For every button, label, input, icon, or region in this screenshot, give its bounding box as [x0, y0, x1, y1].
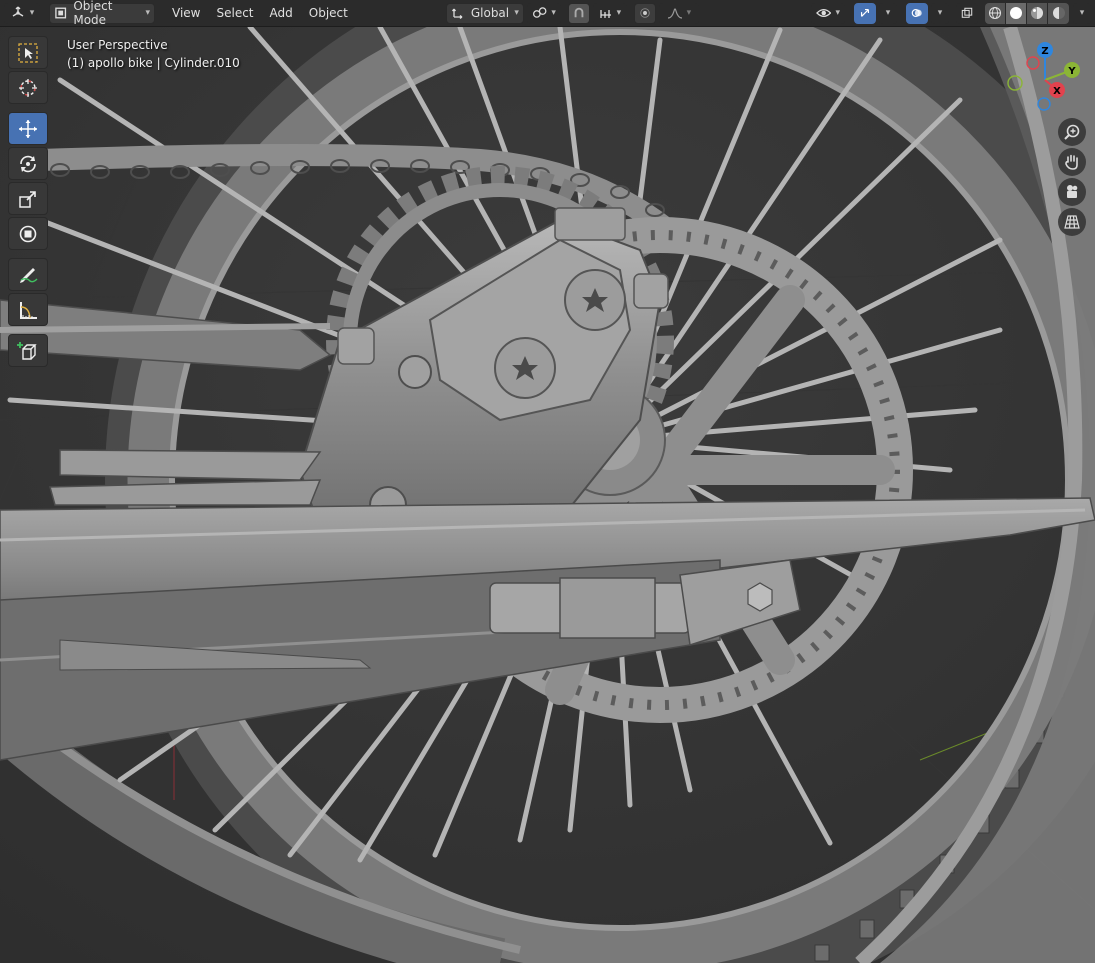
chevron-down-icon: ▾ — [686, 8, 692, 18]
transform-tool[interactable] — [8, 217, 48, 250]
pivot-point-icon — [532, 7, 547, 18]
cursor-icon — [19, 78, 37, 97]
mode-label: Object Mode — [73, 0, 113, 27]
rotate-icon — [20, 155, 36, 172]
select-box-icon — [18, 42, 38, 63]
chevron-down-icon: ▾ — [1079, 8, 1085, 18]
visibility-button[interactable]: ▾ — [811, 2, 845, 24]
material-preview-icon — [1031, 7, 1043, 19]
chevron-down-icon: ▾ — [145, 8, 150, 18]
move-icon — [19, 119, 37, 138]
solid-shading-icon — [1010, 7, 1022, 19]
menu-add[interactable]: Add — [262, 3, 301, 24]
rendered-shading-icon — [1052, 7, 1065, 19]
transform-orientation-selector[interactable]: Global ▾ — [445, 2, 524, 24]
shading-rendered-button[interactable] — [1048, 2, 1069, 24]
rotate-tool[interactable] — [8, 147, 48, 180]
global-orientation-icon — [451, 8, 463, 20]
menu-object[interactable]: Object — [301, 3, 356, 24]
gizmo-toggle[interactable] — [854, 2, 876, 24]
orientation-label: Global — [470, 6, 510, 20]
3d-viewport[interactable]: User Perspective (1) apollo bike | Cylin… — [0, 27, 1095, 963]
snap-toggle[interactable] — [567, 2, 590, 24]
overlays-options-button[interactable]: ▾ — [931, 2, 949, 24]
shading-solid-button[interactable] — [1006, 2, 1027, 24]
mode-selector[interactable]: Object Mode ▾ — [49, 0, 155, 27]
chevron-down-icon: ▾ — [937, 8, 943, 18]
move-tool[interactable] — [8, 112, 48, 145]
bike-wheel-render — [0, 27, 1095, 963]
x-axis-handle[interactable]: X — [1049, 82, 1065, 98]
camera-view-button[interactable] — [1058, 178, 1086, 206]
chevron-down-icon: ▾ — [885, 8, 891, 18]
snap-icon — [574, 7, 584, 18]
proportional-edit-icon — [640, 8, 650, 18]
annotate-tool[interactable] — [8, 258, 48, 291]
chevron-down-icon: ▾ — [835, 8, 840, 18]
add-cube-icon — [17, 341, 37, 360]
menu-view[interactable]: View — [164, 3, 208, 24]
z-axis-label: Z — [1041, 46, 1048, 57]
z-axis-handle[interactable]: Z — [1037, 42, 1053, 58]
proportional-edit-toggle[interactable] — [633, 2, 656, 24]
orthographic-grid-icon — [1064, 215, 1080, 229]
annotate-icon — [20, 267, 38, 283]
shading-wireframe-button[interactable] — [985, 2, 1006, 24]
y-axis-handle[interactable]: Y — [1064, 62, 1080, 78]
shading-material-button[interactable] — [1027, 2, 1048, 24]
overlay-icon — [911, 8, 922, 18]
object-mode-icon — [55, 7, 67, 19]
snap-increment-icon — [599, 10, 611, 18]
chevron-down-icon: ▾ — [616, 8, 622, 18]
wireframe-shading-icon — [988, 6, 1002, 20]
pan-button[interactable] — [1058, 148, 1086, 176]
eye-visibility-icon — [816, 8, 832, 18]
select-box-tool[interactable] — [8, 36, 48, 69]
navigation-gizmo[interactable]: Z Y X — [1000, 38, 1090, 128]
viewport-header: ▾ Object Mode ▾ View Select Add Object G… — [0, 0, 1095, 27]
overlays-toggle[interactable] — [906, 2, 928, 24]
shading-mode-group — [985, 2, 1069, 24]
transform-icon — [19, 225, 37, 242]
zoom-icon — [1064, 124, 1080, 140]
chevron-down-icon: ▾ — [551, 8, 556, 18]
y-axis-label: Y — [1067, 66, 1076, 77]
add-cube-tool[interactable] — [8, 334, 48, 367]
xray-icon — [961, 7, 973, 18]
chevron-down-icon: ▾ — [514, 8, 519, 18]
editor-type-button[interactable]: ▾ — [4, 2, 40, 24]
x-axis-label: X — [1053, 86, 1061, 97]
3d-viewport-icon — [12, 6, 24, 17]
scale-tool[interactable] — [8, 182, 48, 215]
menu-select[interactable]: Select — [208, 3, 261, 24]
pivot-point-button[interactable]: ▾ — [526, 2, 561, 24]
viewport-info: User Perspective (1) apollo bike | Cylin… — [67, 36, 240, 72]
scale-icon — [19, 190, 36, 208]
measure-tool[interactable] — [8, 293, 48, 326]
camera-icon — [1067, 185, 1078, 198]
pan-hand-icon — [1065, 154, 1078, 170]
snap-target-button[interactable]: ▾ — [592, 2, 627, 24]
shading-options-button[interactable]: ▾ — [1073, 2, 1091, 24]
active-object-label: (1) apollo bike | Cylinder.010 — [67, 56, 240, 70]
chevron-down-icon: ▾ — [29, 8, 35, 18]
xray-toggle[interactable] — [956, 2, 978, 24]
cursor-tool[interactable] — [8, 71, 48, 104]
tool-shelf — [8, 36, 49, 369]
perspective-label: User Perspective — [67, 38, 168, 52]
gizmo-options-button[interactable]: ▾ — [879, 2, 897, 24]
falloff-curve-icon — [667, 8, 682, 19]
ortho-toggle-button[interactable] — [1058, 208, 1086, 236]
gizmo-icon — [860, 8, 870, 17]
measure-icon — [20, 301, 37, 319]
falloff-button[interactable]: ▾ — [658, 2, 699, 24]
zoom-button[interactable] — [1058, 118, 1086, 146]
